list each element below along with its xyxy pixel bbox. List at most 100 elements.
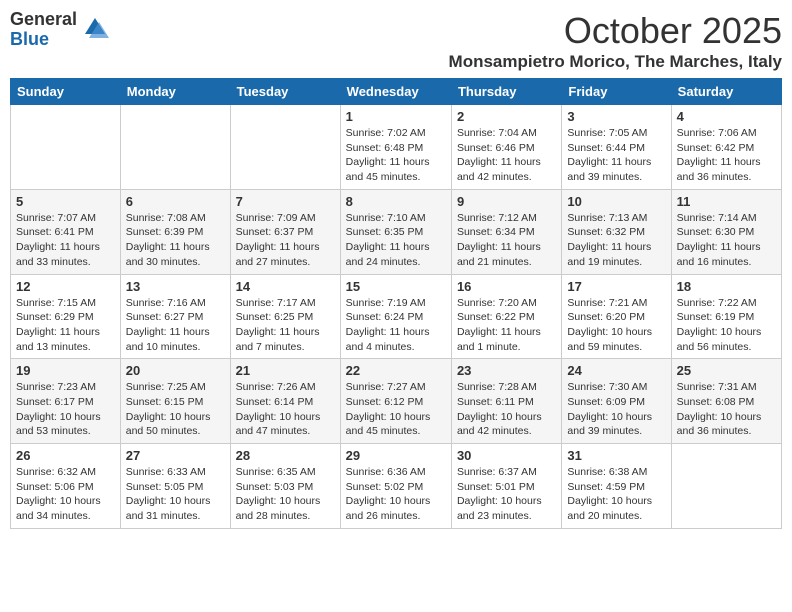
day-info: Sunrise: 7:28 AM Sunset: 6:11 PM Dayligh… bbox=[457, 380, 556, 439]
day-info: Sunrise: 6:35 AM Sunset: 5:03 PM Dayligh… bbox=[236, 465, 335, 524]
day-number: 16 bbox=[457, 279, 556, 294]
day-number: 3 bbox=[567, 109, 665, 124]
calendar-cell: 18 Sunrise: 7:22 AM Sunset: 6:19 PM Dayli… bbox=[671, 274, 781, 359]
calendar-cell bbox=[230, 105, 340, 190]
day-number: 27 bbox=[126, 448, 225, 463]
calendar-cell: 2Sunrise: 7:04 AM Sunset: 6:46 PM Daylig… bbox=[451, 105, 561, 190]
day-number: 4 bbox=[677, 109, 776, 124]
calendar-cell: 12 Sunrise: 7:15 AM Sunset: 6:29 PM Dayli… bbox=[11, 274, 121, 359]
day-number: 6 bbox=[126, 194, 225, 209]
day-number: 7 bbox=[236, 194, 335, 209]
calendar-cell: 26Sunrise: 6:32 AM Sunset: 5:06 PM Dayli… bbox=[11, 444, 121, 529]
logo-icon bbox=[81, 14, 109, 42]
page-header: General Blue October 2025 Monsampietro M… bbox=[10, 10, 782, 72]
day-number: 17 bbox=[567, 279, 665, 294]
day-number: 31 bbox=[567, 448, 665, 463]
calendar-cell: 31 Sunrise: 6:38 AM Sunset: 4:59 PM Dayli… bbox=[562, 444, 671, 529]
day-info: Sunrise: 7:25 AM Sunset: 6:15 PM Dayligh… bbox=[126, 380, 225, 439]
calendar-cell bbox=[120, 105, 230, 190]
weekday-header: Tuesday bbox=[230, 79, 340, 105]
day-info: Sunrise: 7:19 AM Sunset: 6:24 PM Dayligh… bbox=[346, 296, 446, 355]
day-info: Sunrise: 7:22 AM Sunset: 6:19 PM Dayligh… bbox=[677, 296, 776, 355]
day-number: 9 bbox=[457, 194, 556, 209]
calendar-cell: 15 Sunrise: 7:19 AM Sunset: 6:24 PM Dayli… bbox=[340, 274, 451, 359]
calendar-cell: 29 Sunrise: 6:36 AM Sunset: 5:02 PM Dayli… bbox=[340, 444, 451, 529]
day-number: 10 bbox=[567, 194, 665, 209]
day-info: Sunrise: 7:26 AM Sunset: 6:14 PM Dayligh… bbox=[236, 380, 335, 439]
calendar-cell: 23 Sunrise: 7:28 AM Sunset: 6:11 PM Dayli… bbox=[451, 359, 561, 444]
day-number: 23 bbox=[457, 363, 556, 378]
logo-blue-text: Blue bbox=[10, 30, 77, 50]
month-title: October 2025 bbox=[449, 10, 782, 52]
day-info: Sunrise: 7:21 AM Sunset: 6:20 PM Dayligh… bbox=[567, 296, 665, 355]
location-title: Monsampietro Morico, The Marches, Italy bbox=[449, 52, 782, 72]
weekday-header: Saturday bbox=[671, 79, 781, 105]
calendar-cell bbox=[11, 105, 121, 190]
calendar-cell: 9 Sunrise: 7:12 AM Sunset: 6:34 PM Daylig… bbox=[451, 189, 561, 274]
day-number: 24 bbox=[567, 363, 665, 378]
day-info: Sunrise: 7:06 AM Sunset: 6:42 PM Dayligh… bbox=[677, 126, 776, 185]
day-info: Sunrise: 7:09 AM Sunset: 6:37 PM Dayligh… bbox=[236, 211, 335, 270]
day-info: Sunrise: 7:12 AM Sunset: 6:34 PM Dayligh… bbox=[457, 211, 556, 270]
day-number: 30 bbox=[457, 448, 556, 463]
day-number: 11 bbox=[677, 194, 776, 209]
day-info: Sunrise: 7:05 AM Sunset: 6:44 PM Dayligh… bbox=[567, 126, 665, 185]
calendar-cell: 25Sunrise: 7:31 AM Sunset: 6:08 PM Dayli… bbox=[671, 359, 781, 444]
day-info: Sunrise: 7:14 AM Sunset: 6:30 PM Dayligh… bbox=[677, 211, 776, 270]
calendar-week-row: 26Sunrise: 6:32 AM Sunset: 5:06 PM Dayli… bbox=[11, 444, 782, 529]
calendar-cell: 21 Sunrise: 7:26 AM Sunset: 6:14 PM Dayli… bbox=[230, 359, 340, 444]
day-number: 18 bbox=[677, 279, 776, 294]
calendar-cell: 7 Sunrise: 7:09 AM Sunset: 6:37 PM Daylig… bbox=[230, 189, 340, 274]
logo-general-text: General bbox=[10, 10, 77, 30]
day-info: Sunrise: 7:31 AM Sunset: 6:08 PM Dayligh… bbox=[677, 380, 776, 439]
day-number: 20 bbox=[126, 363, 225, 378]
calendar-cell: 5Sunrise: 7:07 AM Sunset: 6:41 PM Daylig… bbox=[11, 189, 121, 274]
day-number: 14 bbox=[236, 279, 335, 294]
day-info: Sunrise: 7:27 AM Sunset: 6:12 PM Dayligh… bbox=[346, 380, 446, 439]
calendar-cell: 17 Sunrise: 7:21 AM Sunset: 6:20 PM Dayli… bbox=[562, 274, 671, 359]
day-number: 12 bbox=[16, 279, 115, 294]
weekday-header: Friday bbox=[562, 79, 671, 105]
day-number: 22 bbox=[346, 363, 446, 378]
calendar-cell: 8 Sunrise: 7:10 AM Sunset: 6:35 PM Daylig… bbox=[340, 189, 451, 274]
day-info: Sunrise: 7:10 AM Sunset: 6:35 PM Dayligh… bbox=[346, 211, 446, 270]
day-number: 15 bbox=[346, 279, 446, 294]
day-info: Sunrise: 7:17 AM Sunset: 6:25 PM Dayligh… bbox=[236, 296, 335, 355]
weekday-header: Sunday bbox=[11, 79, 121, 105]
day-info: Sunrise: 7:07 AM Sunset: 6:41 PM Dayligh… bbox=[16, 211, 115, 270]
calendar-cell: 27 Sunrise: 6:33 AM Sunset: 5:05 PM Dayli… bbox=[120, 444, 230, 529]
calendar-cell: 30 Sunrise: 6:37 AM Sunset: 5:01 PM Dayli… bbox=[451, 444, 561, 529]
title-block: October 2025 Monsampietro Morico, The Ma… bbox=[449, 10, 782, 72]
day-number: 29 bbox=[346, 448, 446, 463]
day-info: Sunrise: 6:36 AM Sunset: 5:02 PM Dayligh… bbox=[346, 465, 446, 524]
calendar-cell: 10Sunrise: 7:13 AM Sunset: 6:32 PM Dayli… bbox=[562, 189, 671, 274]
calendar-week-row: 19Sunrise: 7:23 AM Sunset: 6:17 PM Dayli… bbox=[11, 359, 782, 444]
day-info: Sunrise: 7:04 AM Sunset: 6:46 PM Dayligh… bbox=[457, 126, 556, 185]
calendar-cell: 6 Sunrise: 7:08 AM Sunset: 6:39 PM Daylig… bbox=[120, 189, 230, 274]
day-number: 28 bbox=[236, 448, 335, 463]
day-info: Sunrise: 6:38 AM Sunset: 4:59 PM Dayligh… bbox=[567, 465, 665, 524]
calendar-week-row: 12 Sunrise: 7:15 AM Sunset: 6:29 PM Dayli… bbox=[11, 274, 782, 359]
calendar-cell: 13 Sunrise: 7:16 AM Sunset: 6:27 PM Dayli… bbox=[120, 274, 230, 359]
day-info: Sunrise: 7:02 AM Sunset: 6:48 PM Dayligh… bbox=[346, 126, 446, 185]
calendar-cell: 22 Sunrise: 7:27 AM Sunset: 6:12 PM Dayli… bbox=[340, 359, 451, 444]
calendar-cell: 19Sunrise: 7:23 AM Sunset: 6:17 PM Dayli… bbox=[11, 359, 121, 444]
weekday-header: Monday bbox=[120, 79, 230, 105]
day-info: Sunrise: 7:30 AM Sunset: 6:09 PM Dayligh… bbox=[567, 380, 665, 439]
day-number: 13 bbox=[126, 279, 225, 294]
calendar-cell: 20 Sunrise: 7:25 AM Sunset: 6:15 PM Dayli… bbox=[120, 359, 230, 444]
day-info: Sunrise: 7:15 AM Sunset: 6:29 PM Dayligh… bbox=[16, 296, 115, 355]
weekday-header: Thursday bbox=[451, 79, 561, 105]
day-number: 8 bbox=[346, 194, 446, 209]
day-number: 21 bbox=[236, 363, 335, 378]
day-info: Sunrise: 7:20 AM Sunset: 6:22 PM Dayligh… bbox=[457, 296, 556, 355]
calendar-cell: 11 Sunrise: 7:14 AM Sunset: 6:30 PM Dayli… bbox=[671, 189, 781, 274]
calendar-cell: 16 Sunrise: 7:20 AM Sunset: 6:22 PM Dayli… bbox=[451, 274, 561, 359]
logo: General Blue bbox=[10, 10, 109, 50]
day-info: Sunrise: 6:37 AM Sunset: 5:01 PM Dayligh… bbox=[457, 465, 556, 524]
day-info: Sunrise: 7:08 AM Sunset: 6:39 PM Dayligh… bbox=[126, 211, 225, 270]
day-info: Sunrise: 7:16 AM Sunset: 6:27 PM Dayligh… bbox=[126, 296, 225, 355]
weekday-header: Wednesday bbox=[340, 79, 451, 105]
day-info: Sunrise: 6:33 AM Sunset: 5:05 PM Dayligh… bbox=[126, 465, 225, 524]
calendar-cell: 1Sunrise: 7:02 AM Sunset: 6:48 PM Daylig… bbox=[340, 105, 451, 190]
